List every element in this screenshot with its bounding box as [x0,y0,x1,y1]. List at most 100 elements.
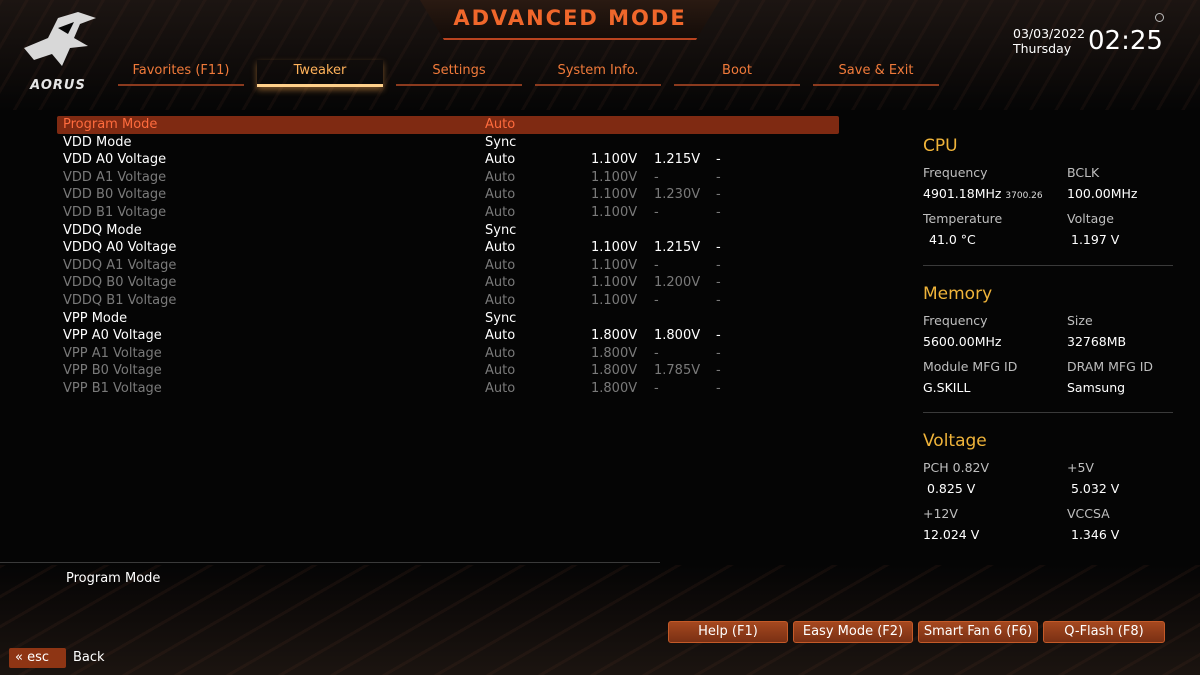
setting-name: VPP Mode [63,310,128,326]
setting-row: VDDQ B0 Voltage Auto 1.100V 1.200V - [57,274,839,292]
setting-reading-1: 1.100V [591,257,638,273]
setting-reading-1: 1.800V [591,380,638,396]
setting-value: Auto [485,204,516,220]
chevron-left-icon: « [15,650,23,665]
dram-mfg-label: DRAM MFG ID [1067,359,1154,374]
setting-row: VDDQ A1 Voltage Auto 1.100V - - [57,257,839,275]
setting-reading-2: 1.785V [654,363,701,379]
setting-value: Auto [485,117,516,132]
setting-reading-1: 1.800V [591,328,638,344]
setting-value: Auto [485,240,516,256]
memory-frequency-value: 5600.00MHz [923,334,1002,349]
setting-row: VPP B0 Voltage Auto 1.800V 1.785V - [57,362,839,380]
pch-voltage-value: 0.825 V [927,481,976,496]
memory-panel: Memory Frequency Size 5600.00MHz 32768MB… [923,284,1173,414]
setting-name: VDDQ B0 Voltage [63,275,177,291]
plus12v-value: 12.024 V [923,527,980,542]
setting-name: VDD B0 Voltage [63,187,167,203]
setting-row: VDD A1 Voltage Auto 1.100V - - [57,169,839,187]
setting-row: VDD B0 Voltage Auto 1.100V 1.230V - [57,186,839,204]
setting-reading-1: 1.100V [591,187,638,203]
setting-reading-2: 1.215V [654,152,701,168]
setting-row[interactable]: VDDQ Mode Sync [57,222,839,240]
tab-tweaker[interactable]: Tweaker [257,60,383,87]
setting-row[interactable]: VDD Mode Sync [57,134,839,152]
day-text: Thursday [1013,41,1072,56]
smart-fan-button[interactable]: Smart Fan 6 (F6) [918,621,1038,643]
cpu-voltage-value: 1.197 V [1071,232,1120,247]
setting-reading-2: 1.800V [654,328,701,344]
setting-reading-1: 1.100V [591,204,638,220]
setting-name: VPP B1 Voltage [63,380,162,396]
setting-reading-3: - [716,380,721,396]
setting-value: Auto [485,328,516,344]
setting-reading-1: 1.800V [591,345,638,361]
setting-reading-2: 1.230V [654,187,701,203]
help-description: Program Mode [66,571,161,586]
page-title: ADVANCED MODE [453,6,687,30]
setting-name: VPP A1 Voltage [63,345,162,361]
footer-background [0,565,1200,675]
setting-reading-3: - [716,152,721,168]
plus5v-label: +5V [1067,460,1094,475]
setting-reading-2: - [654,345,659,361]
date-text: 03/03/2022 [1013,26,1086,41]
setting-reading-2: - [654,292,659,308]
help-button[interactable]: Help (F1) [668,621,788,643]
memory-size-value: 32768MB [1067,334,1127,349]
tab-system-info[interactable]: System Info. [535,60,661,86]
easy-mode-button[interactable]: Easy Mode (F2) [793,621,913,643]
setting-reading-3: - [716,345,721,361]
setting-name: VDDQ A1 Voltage [63,257,177,273]
setting-value: Auto [485,152,516,168]
tab-favorites[interactable]: Favorites (F11) [118,60,244,86]
setting-value: Auto [485,292,516,308]
setting-name: VDD A1 Voltage [63,169,167,185]
setting-row[interactable]: VPP Mode Sync [57,310,839,328]
vccsa-value: 1.346 V [1071,527,1120,542]
setting-row[interactable]: VDDQ A0 Voltage Auto 1.100V 1.215V - [57,239,839,257]
setting-reading-3: - [716,292,721,308]
plus12v-label: +12V [923,506,958,521]
setting-reading-1: 1.100V [591,152,638,168]
vccsa-label: VCCSA [1067,506,1110,521]
setting-reading-2: 1.215V [654,240,701,256]
setting-row[interactable]: Program Mode Auto [57,116,839,134]
gear-icon[interactable] [1155,13,1164,22]
setting-reading-3: - [716,275,721,291]
setting-value: Auto [485,363,516,379]
setting-reading-3: - [716,204,721,220]
memory-divider [923,412,1173,413]
setting-reading-2: - [654,204,659,220]
setting-reading-1: 1.100V [591,169,638,185]
date-display: 03/03/2022 Thursday [1013,26,1085,56]
setting-value: Auto [485,275,516,291]
cpu-temperature-value: 41.0 °C [929,232,976,247]
help-divider [0,562,660,563]
setting-name: VDD A0 Voltage [63,152,167,168]
setting-row[interactable]: VPP A0 Voltage Auto 1.800V 1.800V - [57,327,839,345]
setting-row[interactable]: VDD A0 Voltage Auto 1.100V 1.215V - [57,151,839,169]
tab-boot[interactable]: Boot [674,60,800,86]
tab-settings[interactable]: Settings [396,60,522,86]
setting-name: VPP A0 Voltage [63,328,162,344]
setting-value: Auto [485,380,516,396]
setting-value: Auto [485,257,516,273]
cpu-bclk-label: BCLK [1067,165,1100,180]
clock: 02:25 [1088,26,1163,56]
tab-save-exit[interactable]: Save & Exit [813,60,939,86]
cpu-frequency-label: Frequency [923,165,988,180]
module-mfg-value: G.SKILL [923,380,971,395]
esc-label: esc [27,650,50,665]
setting-reading-1: 1.100V [591,292,638,308]
cpu-panel: CPU Frequency BCLK 4901.18MHz 3700.26 10… [923,136,1173,266]
esc-button[interactable]: « esc [9,648,66,668]
setting-name: VDD Mode [63,134,132,150]
q-flash-button[interactable]: Q-Flash (F8) [1043,621,1165,643]
cpu-frequency-value: 4901.18MHz 3700.26 [923,186,1043,201]
setting-reading-2: - [654,169,659,185]
setting-value: Auto [485,345,516,361]
module-mfg-label: Module MFG ID [923,359,1018,374]
setting-reading-3: - [716,169,721,185]
setting-reading-1: 1.100V [591,240,638,256]
